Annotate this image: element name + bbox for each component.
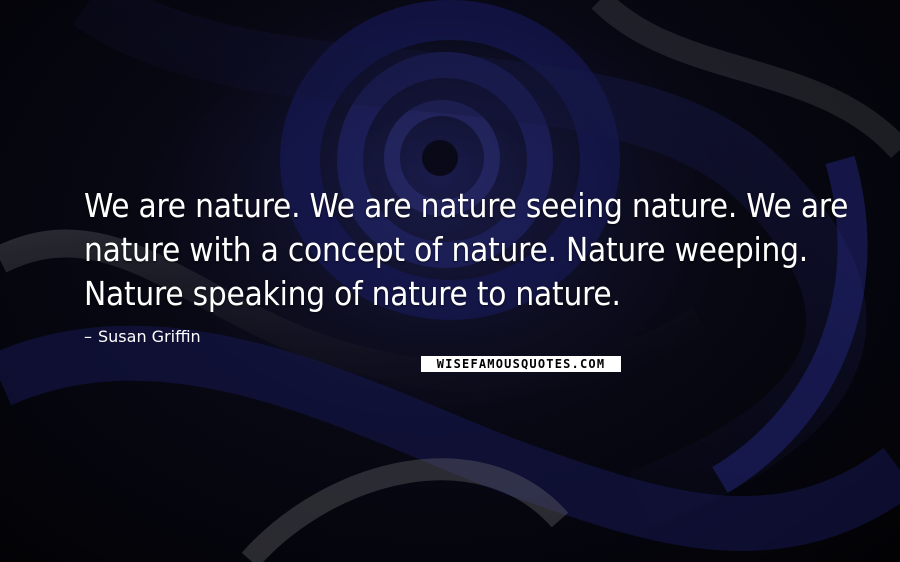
author-dash: – [84, 327, 92, 346]
quote-card: We are nature. We are nature seeing natu… [0, 0, 900, 562]
author-attribution: – Susan Griffin [84, 327, 201, 346]
quote-text: We are nature. We are nature seeing natu… [84, 186, 849, 313]
site-watermark-logo: WISEFAMOUSQUOTES.COM [421, 356, 621, 372]
author-name: Susan Griffin [98, 327, 201, 346]
